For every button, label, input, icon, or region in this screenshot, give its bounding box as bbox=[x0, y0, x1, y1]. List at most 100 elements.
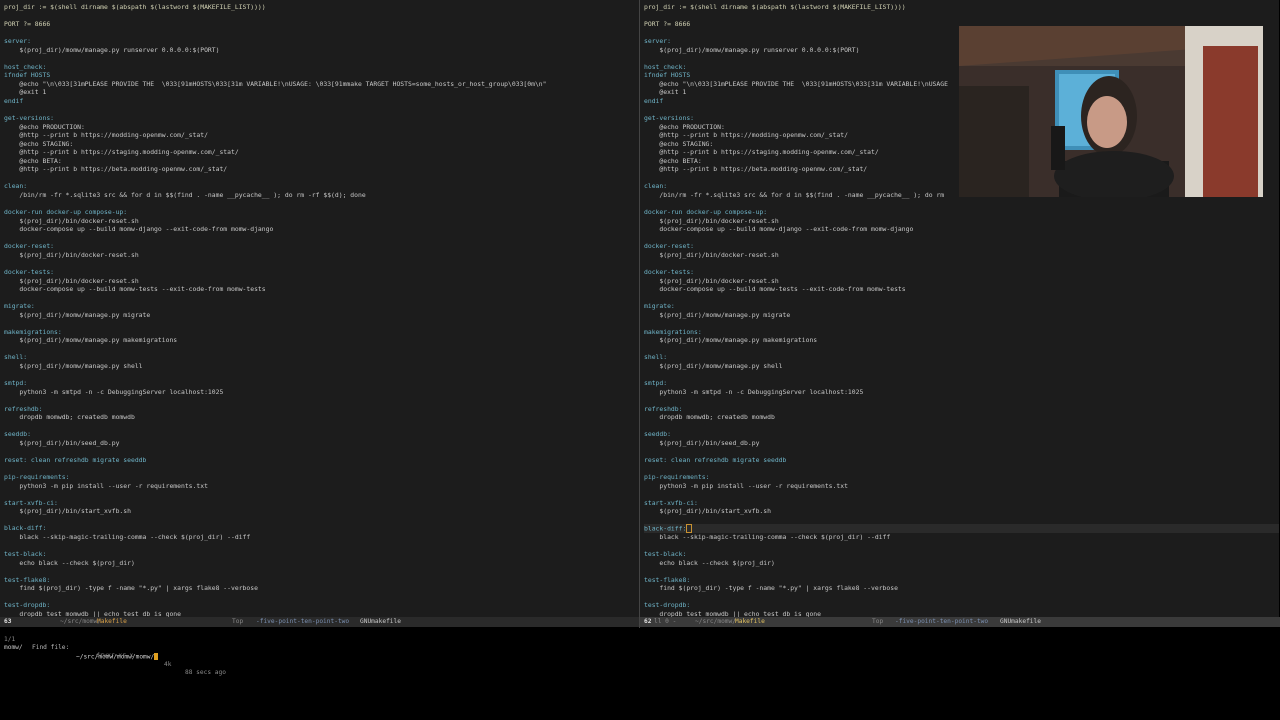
right-code-line[interactable] bbox=[644, 294, 1279, 303]
left-code-line[interactable]: test-dropdb: bbox=[4, 601, 639, 610]
left-code-line[interactable]: clean: bbox=[4, 182, 639, 191]
candidate-name[interactable]: momw/ bbox=[4, 644, 23, 653]
right-code-line[interactable] bbox=[644, 465, 1279, 474]
right-code-line[interactable]: test-flake8: bbox=[644, 576, 1279, 585]
right-code-line[interactable]: $(proj_dir)/momw/manage.py makemigration… bbox=[644, 336, 1279, 345]
left-code-line[interactable] bbox=[4, 490, 639, 499]
left-code-line[interactable] bbox=[4, 345, 639, 354]
left-code-line[interactable]: @http --print b https://staging.modding-… bbox=[4, 148, 639, 157]
left-code-line[interactable]: docker-run docker-up compose-up: bbox=[4, 208, 639, 217]
right-code-line[interactable] bbox=[644, 396, 1279, 405]
left-code-line[interactable]: @echo STAGING: bbox=[4, 140, 639, 149]
left-code-line[interactable] bbox=[4, 465, 639, 474]
left-code-line[interactable] bbox=[4, 106, 639, 115]
right-code-line[interactable]: python3 -m smtpd -n -c DebuggingServer l… bbox=[644, 388, 1279, 397]
left-code-line[interactable] bbox=[4, 371, 639, 380]
left-code-line[interactable]: smtpd: bbox=[4, 379, 639, 388]
right-code-line[interactable] bbox=[644, 516, 1279, 525]
left-code-line[interactable]: migrate: bbox=[4, 302, 639, 311]
right-code-line[interactable] bbox=[644, 541, 1279, 550]
left-code-line[interactable]: @exit 1 bbox=[4, 88, 639, 97]
left-code-line[interactable]: $(proj_dir)/momw/manage.py migrate bbox=[4, 311, 639, 320]
left-code-line[interactable]: find $(proj_dir) -type f -name "*.py" | … bbox=[4, 584, 639, 593]
left-code-line[interactable] bbox=[4, 447, 639, 456]
left-code-line[interactable]: /bin/rm -fr *.sqlite3 src && for d in $$… bbox=[4, 191, 639, 200]
right-code-line[interactable]: dropdb test_momwdb || echo test db is go… bbox=[644, 610, 1279, 617]
left-code-line[interactable]: $(proj_dir)/bin/docker-reset.sh bbox=[4, 251, 639, 260]
right-code-line[interactable]: $(proj_dir)/bin/docker-reset.sh bbox=[644, 277, 1279, 286]
left-code-line[interactable] bbox=[4, 516, 639, 525]
right-code-line[interactable]: docker-reset: bbox=[644, 242, 1279, 251]
left-code-line[interactable] bbox=[4, 12, 639, 21]
left-code-line[interactable]: python3 -m pip install --user -r require… bbox=[4, 482, 639, 491]
left-code-line[interactable] bbox=[4, 396, 639, 405]
left-code-line[interactable]: test-black: bbox=[4, 550, 639, 559]
right-code-line[interactable]: test-dropdb: bbox=[644, 601, 1279, 610]
right-code-line[interactable] bbox=[644, 319, 1279, 328]
left-code-line[interactable]: $(proj_dir)/momw/manage.py makemigration… bbox=[4, 336, 639, 345]
right-code-line[interactable]: $(proj_dir)/bin/docker-reset.sh bbox=[644, 251, 1279, 260]
left-code-line[interactable] bbox=[4, 541, 639, 550]
left-code-line[interactable]: @http --print b https://beta.modding-ope… bbox=[4, 165, 639, 174]
right-code-line[interactable]: python3 -m pip install --user -r require… bbox=[644, 482, 1279, 491]
code-lines-left[interactable]: proj_dir := $(shell dirname $(abspath $(… bbox=[4, 3, 639, 617]
right-code-line[interactable] bbox=[644, 422, 1279, 431]
left-code-line[interactable]: echo black --check $(proj_dir) bbox=[4, 559, 639, 568]
right-code-line[interactable]: test-black: bbox=[644, 550, 1279, 559]
right-code-line[interactable]: $(proj_dir)/bin/docker-reset.sh bbox=[644, 217, 1279, 226]
left-code-line[interactable]: @echo BETA: bbox=[4, 157, 639, 166]
left-code-line[interactable]: $(proj_dir)/bin/docker-reset.sh bbox=[4, 277, 639, 286]
left-code-line[interactable]: test-flake8: bbox=[4, 576, 639, 585]
right-code-line[interactable] bbox=[644, 200, 1279, 209]
right-code-line[interactable] bbox=[644, 567, 1279, 576]
right-code-line[interactable]: migrate: bbox=[644, 302, 1279, 311]
left-code-line[interactable]: $(proj_dir)/bin/start_xvfb.sh bbox=[4, 507, 639, 516]
left-code-line[interactable]: docker-reset: bbox=[4, 242, 639, 251]
right-code-line[interactable]: docker-compose up --build momw-tests --e… bbox=[644, 285, 1279, 294]
left-code-line[interactable] bbox=[4, 593, 639, 602]
left-code-line[interactable]: start-xvfb-ci: bbox=[4, 499, 639, 508]
left-code-line[interactable] bbox=[4, 29, 639, 38]
left-code-line[interactable]: ifndef HOSTS bbox=[4, 71, 639, 80]
left-code-line[interactable] bbox=[4, 259, 639, 268]
right-code-line[interactable]: docker-compose up --build momw-django --… bbox=[644, 225, 1279, 234]
right-code-line[interactable]: black --skip-magic-trailing-comma --chec… bbox=[644, 533, 1279, 542]
left-code-line[interactable]: server: bbox=[4, 37, 639, 46]
right-code-line[interactable]: dropdb momwdb; createdb momwdb bbox=[644, 413, 1279, 422]
left-code-line[interactable]: refreshdb: bbox=[4, 405, 639, 414]
left-code-line[interactable]: @echo PRODUCTION: bbox=[4, 123, 639, 132]
left-code-line[interactable] bbox=[4, 200, 639, 209]
left-code-line[interactable] bbox=[4, 234, 639, 243]
left-code-line[interactable]: $(proj_dir)/bin/seed_db.py bbox=[4, 439, 639, 448]
left-code-line[interactable] bbox=[4, 422, 639, 431]
left-code-line[interactable] bbox=[4, 54, 639, 63]
left-code-line[interactable]: endif bbox=[4, 97, 639, 106]
right-code-line[interactable]: start-xvfb-ci: bbox=[644, 499, 1279, 508]
left-code-line[interactable]: black-diff: bbox=[4, 524, 639, 533]
right-code-line[interactable]: $(proj_dir)/momw/manage.py migrate bbox=[644, 311, 1279, 320]
left-code-line[interactable]: black --skip-magic-trailing-comma --chec… bbox=[4, 533, 639, 542]
right-code-line[interactable]: refreshdb: bbox=[644, 405, 1279, 414]
right-code-line[interactable] bbox=[644, 593, 1279, 602]
right-code-line[interactable]: makemigrations: bbox=[644, 328, 1279, 337]
left-code-line[interactable]: host_check: bbox=[4, 63, 639, 72]
editor-pane-left[interactable]: proj_dir := $(shell dirname $(abspath $(… bbox=[0, 0, 639, 617]
left-code-line[interactable] bbox=[4, 174, 639, 183]
left-code-line[interactable]: reset: clean refreshdb migrate seeddb bbox=[4, 456, 639, 465]
right-code-line[interactable]: $(proj_dir)/bin/seed_db.py bbox=[644, 439, 1279, 448]
left-code-line[interactable]: $(proj_dir)/momw/manage.py runserver 0.0… bbox=[4, 46, 639, 55]
left-code-line[interactable]: PORT ?= 8666 bbox=[4, 20, 639, 29]
left-code-line[interactable]: @echo "\n\033[31mPLEASE PROVIDE THE \033… bbox=[4, 80, 639, 89]
left-code-line[interactable]: $(proj_dir)/momw/manage.py shell bbox=[4, 362, 639, 371]
completion-candidate[interactable]: momw/ drwxr-xr-x 4k 88 secs ago bbox=[0, 635, 1280, 677]
right-code-line[interactable]: seeddb: bbox=[644, 430, 1279, 439]
right-code-line[interactable] bbox=[644, 371, 1279, 380]
right-code-line[interactable]: reset: clean refreshdb migrate seeddb bbox=[644, 456, 1279, 465]
left-code-line[interactable] bbox=[4, 319, 639, 328]
left-code-line[interactable]: shell: bbox=[4, 353, 639, 362]
left-code-line[interactable]: proj_dir := $(shell dirname $(abspath $(… bbox=[4, 3, 639, 12]
right-code-line[interactable]: pip-requirements: bbox=[644, 473, 1279, 482]
right-code-line[interactable]: echo black --check $(proj_dir) bbox=[644, 559, 1279, 568]
right-code-line[interactable]: $(proj_dir)/momw/manage.py shell bbox=[644, 362, 1279, 371]
left-code-line[interactable]: seeddb: bbox=[4, 430, 639, 439]
